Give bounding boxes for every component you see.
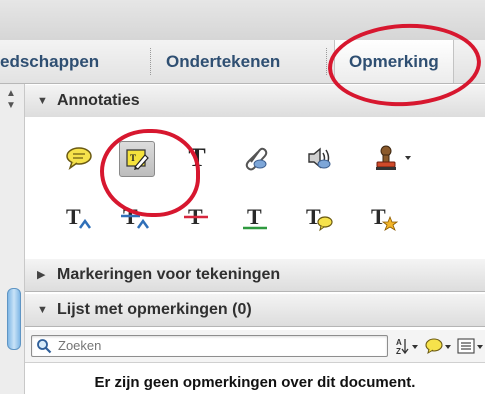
comment-list-toolbar: A Z: [25, 330, 485, 363]
svg-text:A: A: [396, 338, 402, 347]
tab-ondertekenen[interactable]: Ondertekenen: [166, 40, 280, 83]
strikethrough-tool[interactable]: T: [180, 201, 214, 235]
sort-az-icon: A Z: [396, 338, 418, 355]
search-input[interactable]: [58, 337, 378, 354]
svg-text:Z: Z: [396, 347, 401, 355]
text-note-tool[interactable]: T: [302, 201, 336, 235]
record-audio-icon: [308, 147, 331, 169]
sticky-note-tool[interactable]: [62, 141, 96, 175]
tab-opmerking[interactable]: Opmerking: [334, 40, 454, 83]
text-note-icon: T: [306, 204, 333, 232]
sticky-note-icon: [66, 147, 92, 170]
add-stamp-icon: [376, 145, 411, 170]
scroll-up-arrow-icon[interactable]: ▲: [6, 89, 16, 99]
expanded-triangle-icon: ▼: [37, 304, 48, 316]
strikethrough-icon: T: [184, 204, 208, 229]
filter-comments-button[interactable]: [425, 336, 453, 356]
tab-eigenschappen[interactable]: edschappen: [0, 40, 99, 83]
svg-text:T: T: [371, 204, 386, 229]
attach-file-tool[interactable]: [239, 141, 273, 175]
left-scrollbar[interactable]: ▲ ▼: [0, 84, 25, 394]
svg-text:T: T: [306, 204, 321, 229]
title-bar: [0, 0, 485, 40]
panel-title: Annotaties: [57, 92, 140, 109]
highlight-text-tool[interactable]: T: [119, 141, 155, 177]
collapsed-triangle-icon: ▶: [37, 269, 46, 281]
svg-text:T: T: [130, 153, 136, 163]
tab-separator: [326, 48, 328, 75]
comment-filter-icon: [425, 338, 451, 355]
insert-text-icon: T: [66, 204, 92, 229]
tab-bar: edschappen Ondertekenen Opmerking: [0, 40, 485, 84]
add-stamp-tool[interactable]: [371, 141, 419, 175]
tab-separator: [150, 48, 152, 75]
highlight-text-icon: T: [126, 149, 149, 170]
scroll-down-arrow-icon[interactable]: ▼: [6, 101, 16, 111]
search-icon: [37, 339, 52, 354]
add-text-tool[interactable]: T: [180, 141, 214, 175]
expanded-triangle-icon: ▼: [37, 95, 48, 107]
panel-markeringen-header[interactable]: ▶ Markeringen voor tekeningen: [25, 258, 485, 292]
options-menu-button[interactable]: [457, 336, 485, 356]
sort-button[interactable]: A Z: [395, 336, 421, 356]
svg-text:T: T: [247, 204, 262, 229]
panel-title: Lijst met opmerkingen (0): [57, 301, 252, 318]
panel-lijst-header[interactable]: ▼ Lijst met opmerkingen (0): [25, 293, 485, 327]
panel-annotaties-header[interactable]: ▼ Annotaties: [25, 84, 485, 118]
insert-text-tool[interactable]: T: [62, 201, 96, 235]
replace-text-icon: T: [121, 204, 150, 229]
underline-icon: T: [243, 204, 267, 230]
search-field[interactable]: [31, 335, 388, 357]
attach-file-icon: [245, 147, 268, 171]
list-options-icon: [457, 338, 483, 354]
add-text-icon: T: [188, 143, 206, 172]
record-audio-tool[interactable]: [302, 141, 336, 175]
replace-text-tool[interactable]: T: [119, 201, 153, 235]
text-correction-tool[interactable]: T: [367, 201, 401, 235]
text-correction-icon: T: [371, 204, 399, 231]
panel-title: Markeringen voor tekeningen: [57, 266, 281, 283]
svg-text:T: T: [66, 204, 81, 229]
scrollbar-thumb[interactable]: [7, 288, 21, 350]
empty-comments-message: Er zijn geen opmerkingen over dit docume…: [25, 363, 485, 394]
underline-tool[interactable]: T: [239, 201, 273, 235]
annotation-tools: T T T T T T T T: [25, 117, 485, 258]
